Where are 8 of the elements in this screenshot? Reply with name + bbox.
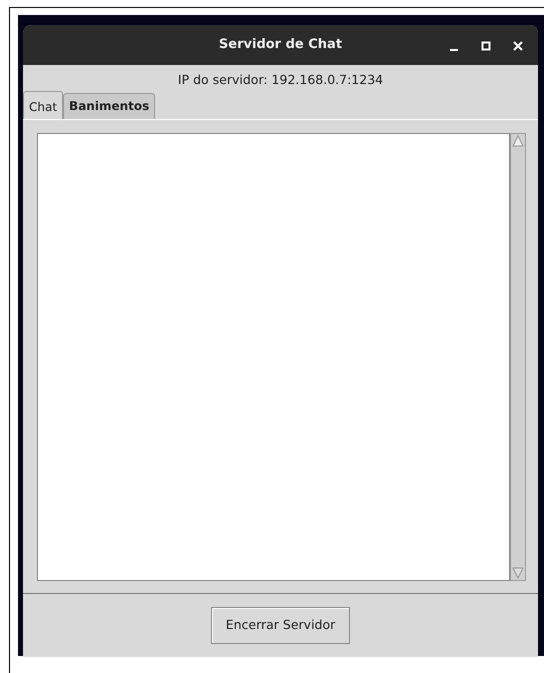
scrollbar[interactable] xyxy=(510,133,526,582)
tab[interactable]: Chat xyxy=(23,91,64,120)
tab[interactable]: Banimentos xyxy=(63,93,156,120)
stop-server-button[interactable]: Encerrar Servidor xyxy=(210,607,350,644)
close-icon[interactable] xyxy=(512,40,524,52)
server-ip-label: IP do servidor: 192.168.0.7:1234 xyxy=(178,72,384,86)
window-title: Servidor de Chat xyxy=(218,36,342,54)
maximize-icon[interactable] xyxy=(480,40,492,52)
